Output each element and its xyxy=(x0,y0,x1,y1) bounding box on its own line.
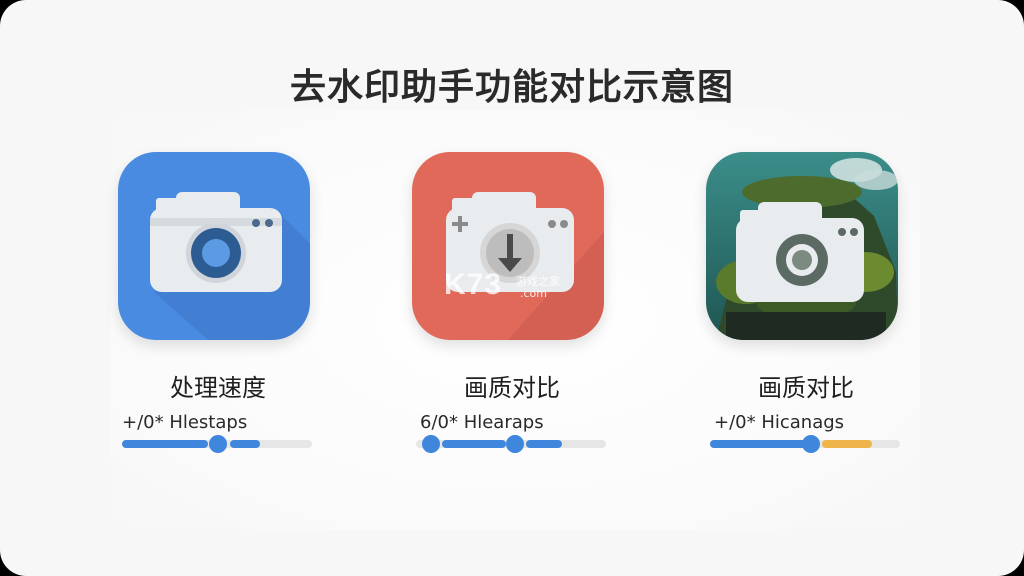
card-label: 画质对比 xyxy=(464,374,560,402)
metric-text: +/0* Hlestaps xyxy=(122,412,248,433)
watermark-logo: K73 xyxy=(444,268,503,301)
slider-knob-start[interactable] xyxy=(422,435,440,453)
page-title: 去水印助手功能对比示意图 xyxy=(289,67,734,108)
card-quality-compare-1: 画质对比 6/0* Hlearaps xyxy=(412,152,612,453)
slider-fill-secondary xyxy=(230,440,260,448)
slider-knob[interactable] xyxy=(506,435,524,453)
site-watermark: K73 游戏之家 .com xyxy=(444,268,584,308)
slider-fill-secondary xyxy=(526,440,562,448)
metric-text: 6/0* Hlearaps xyxy=(420,412,544,433)
camera-landscape-icon xyxy=(706,152,898,340)
card-quality-compare-2: 画质对比 +/0* Hicanags xyxy=(706,152,906,453)
watermark-domain: .com xyxy=(520,287,547,300)
metric-text: +/0* Hicanags xyxy=(714,412,845,433)
slider-fill-secondary xyxy=(822,440,872,448)
slider-fill xyxy=(122,440,208,448)
progress-slider[interactable] xyxy=(710,435,900,453)
card-processing-speed: 处理速度 +/0* Hlestaps xyxy=(118,152,318,453)
card-label: 处理速度 xyxy=(170,374,266,402)
slider-fill xyxy=(710,440,806,448)
progress-slider[interactable] xyxy=(122,435,312,453)
slider-knob[interactable] xyxy=(209,435,227,453)
slider-fill xyxy=(442,440,506,448)
camera-download-icon xyxy=(412,152,604,340)
slider-knob[interactable] xyxy=(802,435,820,453)
image-frame: 去水印助手功能对比示意图 处理速度 +/0* Hlestaps 画质对比 6/0… xyxy=(0,0,1024,576)
camera-icon xyxy=(118,152,310,340)
card-label: 画质对比 xyxy=(758,374,854,402)
progress-slider[interactable] xyxy=(416,435,606,453)
